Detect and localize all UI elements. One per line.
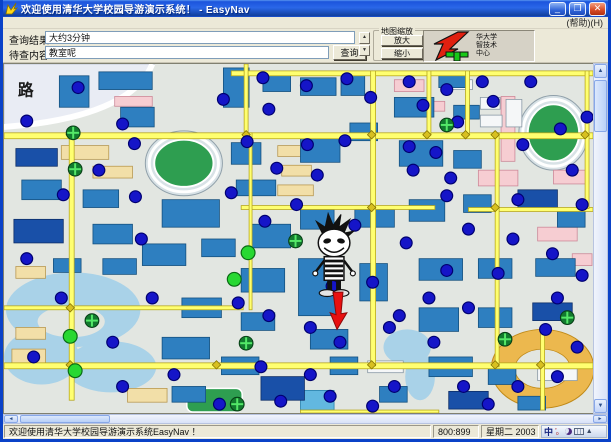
spinner-down-icon[interactable]: ▼ — [359, 45, 370, 57]
vertical-scroll-thumb[interactable] — [594, 80, 607, 132]
status-message: 欢迎使用清华大学校园导游演示系统EasyNav ！ — [4, 425, 431, 438]
ime-expand-icon[interactable]: ▲ — [586, 428, 593, 435]
zoom-in-button[interactable]: 放大 — [381, 35, 423, 46]
scroll-left-icon[interactable]: ◄ — [4, 415, 18, 423]
menu-bar: (帮助)(H) — [3, 17, 608, 29]
ime-keyboard-icon[interactable] — [574, 428, 584, 435]
lab-logo-text: 华大学 智技术 中心 — [476, 34, 497, 58]
close-button[interactable]: ✕ — [589, 2, 606, 16]
campus-map[interactable]: 路 — [4, 64, 593, 413]
map-viewport: 路 — [3, 63, 593, 414]
status-bar: 欢迎使用清华大学校园导游演示系统EasyNav ！ 800:899 星期二 20… — [3, 424, 608, 439]
scroll-down-icon[interactable]: ▼ — [594, 399, 607, 413]
result-field[interactable] — [45, 31, 355, 44]
title-bar: 欢迎使用清华大学校园导游演示系统！ - EasyNav _ ❐ ✕ — [3, 0, 608, 17]
minimize-button[interactable]: _ — [549, 2, 566, 16]
window-title: 欢迎使用清华大学校园导游演示系统！ - EasyNav — [21, 1, 546, 16]
zoom-spinner: ▲ ▼ — [359, 32, 370, 56]
ime-punctuation-icon[interactable]: ’。 — [555, 426, 563, 437]
scroll-right-icon[interactable]: ► — [593, 415, 607, 423]
vertical-scrollbar[interactable]: ▲ ▼ — [593, 63, 608, 414]
app-window: 欢迎使用清华大学校园导游演示系统！ - EasyNav _ ❐ ✕ (帮助)(H… — [0, 0, 611, 442]
ime-fullwidth-icon[interactable] — [565, 428, 572, 435]
ime-chinese-icon[interactable]: 中 — [544, 425, 553, 438]
status-date: 星期二 2003 — [481, 425, 539, 438]
road-name-label: 路 — [18, 80, 34, 99]
app-icon — [5, 2, 18, 15]
status-coordinates: 800:899 — [433, 425, 479, 438]
lab-logo-panel: 华大学 智技术 中心 — [423, 30, 535, 62]
scroll-up-icon[interactable]: ▲ — [594, 64, 607, 78]
lab-logo-icon — [428, 31, 472, 61]
horizontal-scroll-thumb[interactable] — [20, 415, 110, 423]
query-toolbar: 查询结果: 待查内容: 查询 ▲ ▼ 地图缩放 放大 缩小 华大学 智技术 中心 — [3, 29, 608, 63]
menu-item-help[interactable]: (帮助)(H) — [567, 16, 604, 29]
horizontal-scrollbar[interactable]: ◄ ► — [3, 414, 608, 424]
ime-language-bar: 中 ’。 ▲ — [541, 425, 607, 438]
query-field[interactable] — [45, 46, 329, 59]
spinner-up-icon[interactable]: ▲ — [359, 32, 370, 44]
zoom-out-button[interactable]: 缩小 — [381, 48, 423, 59]
map-row: 路 ▲ ▼ — [3, 63, 608, 414]
restore-button[interactable]: ❐ — [569, 2, 586, 16]
